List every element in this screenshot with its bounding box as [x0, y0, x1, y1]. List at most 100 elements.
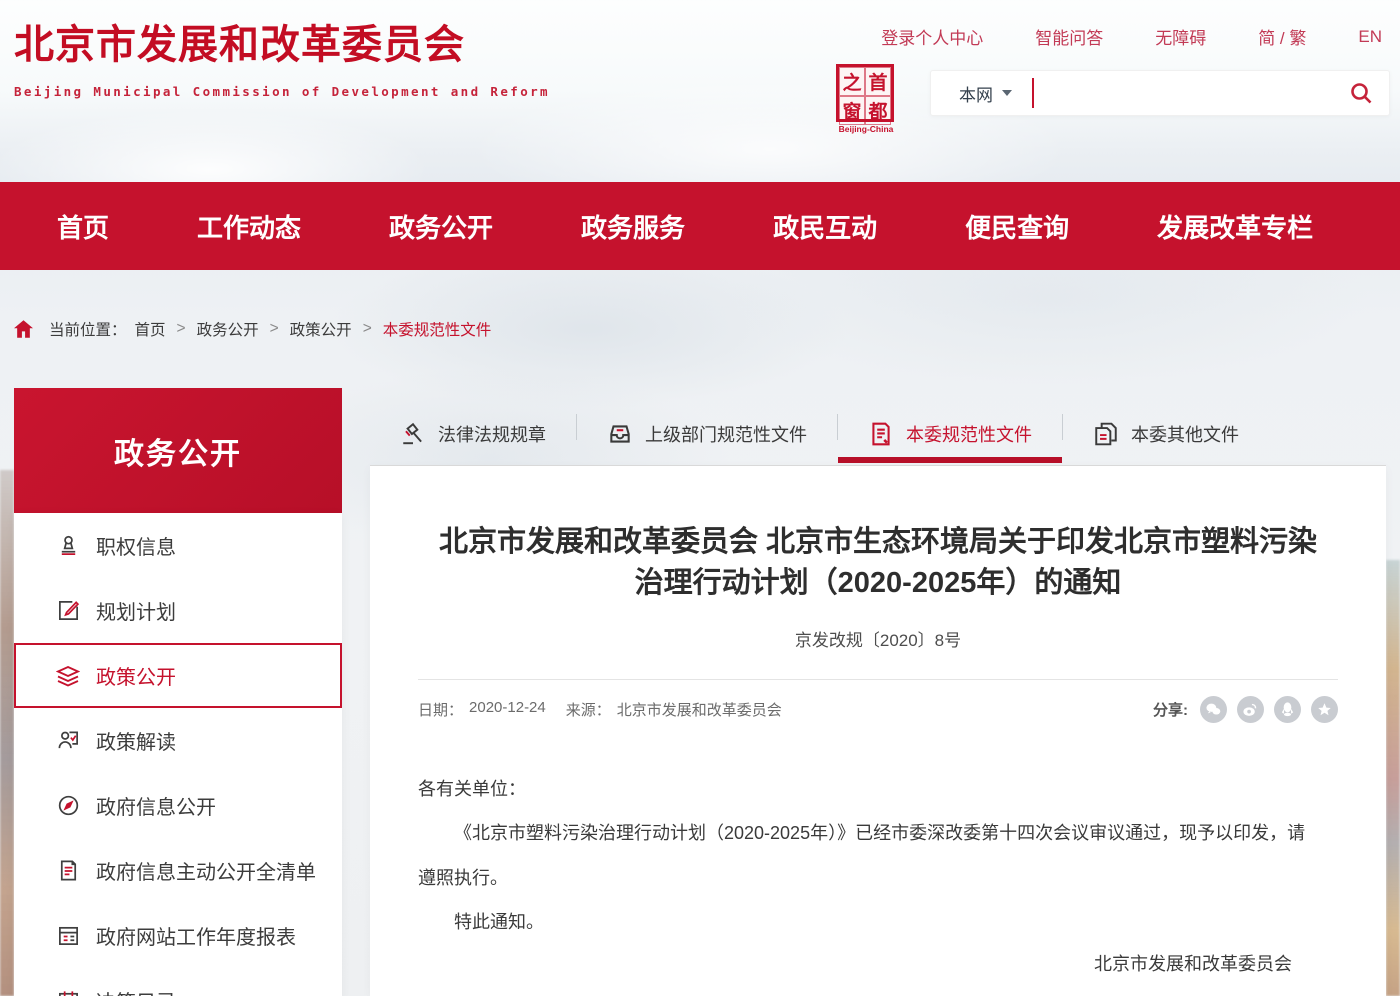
article-title: 北京市发展和改革委员会 北京市生态环境局关于印发北京市塑料污染治理行动计划（20…: [438, 466, 1318, 604]
sidebar-item-label: 政策公开: [96, 661, 176, 690]
top-utility-links: 登录个人中心 智能问答 无障碍 简 / 繁 EN: [881, 24, 1382, 49]
copy-pages-icon: [1093, 421, 1119, 447]
sidebar-item-label: 职权信息: [96, 531, 176, 560]
weibo-icon: [1242, 701, 1259, 718]
main-nav: 首页 工作动态 政务公开 政务服务 政民互动 便民查询 发展改革专栏: [0, 182, 1400, 270]
sidebar-item-label: 政府网站工作年度报表: [96, 921, 296, 950]
seal-char: 都: [865, 96, 891, 125]
sidebar-item-label: 规划计划: [96, 596, 176, 625]
document-list-icon: [56, 859, 80, 883]
breadcrumb-label: 当前位置：: [49, 318, 127, 340]
tab-commission-other-docs[interactable]: 本委其他文件: [1063, 400, 1269, 460]
person-check-icon: [56, 729, 80, 753]
sidebar-item-policy-interpretation[interactable]: 政策解读: [14, 708, 342, 773]
breadcrumb-policy-disclosure[interactable]: 政策公开: [290, 318, 352, 340]
sidebar-item-annual-website-report[interactable]: 政府网站工作年度报表: [14, 903, 342, 968]
nav-item-interaction[interactable]: 政民互动: [773, 208, 877, 245]
document-icon: [868, 421, 894, 447]
share-wechat-button[interactable]: [1200, 696, 1227, 723]
gavel-icon: [400, 421, 426, 447]
tab-commission-normative-docs[interactable]: 本委规范性文件: [838, 400, 1062, 460]
article-meta: 日期： 2020-12-24 来源： 北京市发展和改革委员会: [418, 699, 796, 720]
share-label: 分享:: [1153, 699, 1188, 720]
article-meta-row: 日期： 2020-12-24 来源： 北京市发展和改革委员会 分享:: [418, 696, 1338, 723]
sidebar: 政务公开 职权信息 规划计划: [14, 388, 342, 996]
nav-item-gov-services[interactable]: 政务服务: [581, 208, 685, 245]
search-scope-label: 本网: [959, 81, 993, 106]
seal-icon: 之 首 窗 都: [836, 64, 894, 122]
article-panel: 北京市发展和改革委员会 北京市生态环境局关于印发北京市塑料污染治理行动计划（20…: [370, 466, 1386, 996]
share-bar: 分享:: [1153, 696, 1338, 723]
inbox-icon: [607, 421, 633, 447]
english-link[interactable]: EN: [1358, 27, 1382, 47]
date-label: 日期：: [418, 699, 463, 720]
sidebar-item-authority-info[interactable]: 职权信息: [14, 513, 342, 578]
nav-item-work-news[interactable]: 工作动态: [197, 208, 301, 245]
body-paragraph: 《北京市塑料污染治理行动计划（2020-2025年）》已经市委深改委第十四次会议…: [418, 811, 1308, 899]
share-qq-button[interactable]: [1274, 696, 1301, 723]
breadcrumb: 当前位置： 首页 > 政务公开 > 政策公开 > 本委规范性文件: [14, 318, 491, 340]
tab-label: 本委其他文件: [1131, 421, 1239, 447]
breadcrumb-current: 本委规范性文件: [383, 318, 492, 340]
qq-icon: [1279, 701, 1296, 718]
share-qzone-button[interactable]: [1311, 696, 1338, 723]
report-table-icon: [56, 924, 80, 948]
background-right-strip: [1386, 560, 1400, 996]
sidebar-item-decision-catalog[interactable]: 决策目录: [14, 968, 342, 996]
site-title: 北京市发展和改革委员会: [14, 12, 550, 70]
nav-item-gov-affairs[interactable]: 政务公开: [389, 208, 493, 245]
edit-plan-icon: [56, 599, 80, 623]
nav-item-convenience-query[interactable]: 便民查询: [965, 208, 1069, 245]
background-left-strip: [0, 470, 14, 996]
seal-char: 首: [865, 67, 891, 96]
source-label: 来源：: [566, 699, 611, 720]
nav-item-home[interactable]: 首页: [57, 208, 109, 245]
sidebar-item-planning[interactable]: 规划计划: [14, 578, 342, 643]
layers-icon: [56, 664, 80, 688]
share-weibo-button[interactable]: [1237, 696, 1264, 723]
sidebar-title-bar: 政务公开: [14, 388, 342, 513]
document-type-tabs: 法律法规规章 上级部门规范性文件 本委规范性文件: [370, 400, 1386, 466]
search-button[interactable]: [1333, 70, 1389, 116]
tab-label: 上级部门规范性文件: [645, 421, 807, 447]
sidebar-item-label: 政策解读: [96, 726, 176, 755]
qzone-star-icon: [1317, 702, 1332, 717]
search-scope-dropdown[interactable]: 本网: [931, 81, 1032, 106]
wechat-icon: [1205, 701, 1222, 718]
tab-label: 法律法规规章: [438, 421, 546, 447]
salutation: 各有关单位：: [418, 767, 1318, 811]
breadcrumb-gov-affairs[interactable]: 政务公开: [197, 318, 259, 340]
nav-item-reform-column[interactable]: 发展改革专栏: [1157, 208, 1313, 245]
breadcrumb-separator: >: [177, 320, 186, 338]
login-personal-center-link[interactable]: 登录个人中心: [881, 24, 983, 49]
accessibility-link[interactable]: 无障碍: [1155, 24, 1206, 49]
site-header: 北京市发展和改革委员会 Beijing Municipal Commission…: [0, 0, 1400, 182]
main-content: 法律法规规章 上级部门规范性文件 本委规范性文件: [370, 400, 1386, 996]
article-source: 北京市发展和改革委员会: [617, 699, 782, 720]
compass-icon: [56, 794, 80, 818]
sidebar-title: 政务公开: [114, 429, 242, 473]
sidebar-item-label: 政府信息公开: [96, 791, 216, 820]
capital-window-seal-logo[interactable]: 之 首 窗 都 Beijing-China: [836, 64, 896, 134]
tab-superior-normative-docs[interactable]: 上级部门规范性文件: [577, 400, 837, 460]
home-icon: [14, 320, 33, 338]
smart-qa-link[interactable]: 智能问答: [1035, 24, 1103, 49]
breadcrumb-separator: >: [270, 320, 279, 338]
site-logo: 北京市发展和改革委员会 Beijing Municipal Commission…: [14, 12, 550, 99]
sidebar-item-policy-disclosure[interactable]: 政策公开: [14, 643, 342, 708]
sidebar-item-gov-info-disclosure[interactable]: 政府信息公开: [14, 773, 342, 838]
breadcrumb-separator: >: [363, 320, 372, 338]
simplified-traditional-link[interactable]: 简 / 繁: [1258, 24, 1306, 49]
breadcrumb-home[interactable]: 首页: [135, 318, 166, 340]
search-icon: [1349, 81, 1373, 105]
search-input[interactable]: [1032, 78, 1333, 108]
article-body: 各有关单位： 《北京市塑料污染治理行动计划（2020-2025年）》已经市委深改…: [418, 767, 1318, 943]
sidebar-item-proactive-disclosure-list[interactable]: 政府信息主动公开全清单: [14, 838, 342, 903]
seal-char: 之: [839, 67, 865, 96]
tab-laws-regulations[interactable]: 法律法规规章: [370, 400, 576, 460]
site-subtitle: Beijing Municipal Commission of Developm…: [14, 84, 550, 99]
article-date: 2020-12-24: [469, 699, 546, 720]
divider: [418, 679, 1338, 680]
sidebar-item-label: 政府信息主动公开全清单: [96, 856, 316, 885]
article-doc-number: 京发改规〔2020〕8号: [418, 626, 1338, 651]
